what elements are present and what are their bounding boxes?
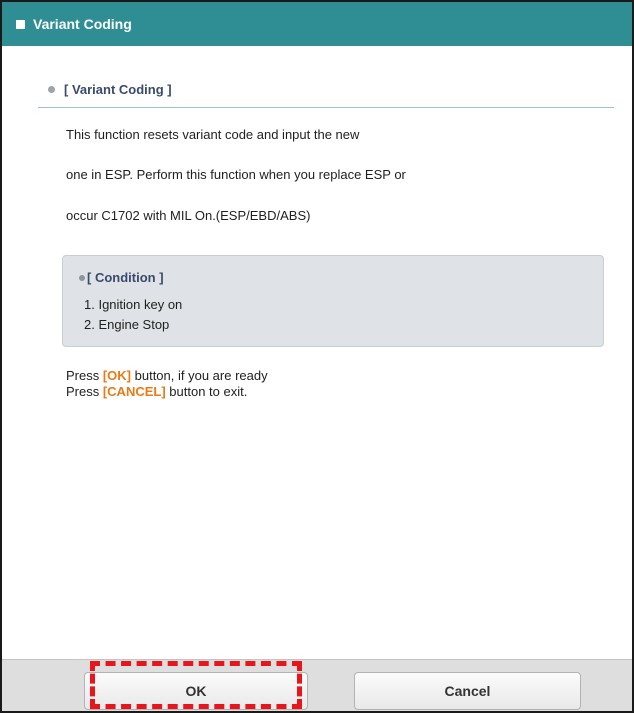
description-line-1: This function resets variant code and in…: [66, 127, 360, 142]
condition-item-1: 1. Ignition key on: [84, 297, 183, 312]
condition-title: [ Condition ]: [79, 270, 164, 285]
ok-instruction-suffix: button, if you are ready: [131, 368, 268, 383]
section-heading-label: [ Variant Coding ]: [64, 82, 172, 97]
bullet-icon: [48, 86, 55, 93]
ok-button[interactable]: OK: [84, 672, 308, 710]
cancel-button[interactable]: Cancel: [354, 672, 581, 710]
title-bar: Variant Coding: [2, 2, 632, 46]
ok-key-label: [OK]: [102, 368, 132, 383]
ok-instruction-prefix: Press: [66, 368, 103, 383]
cancel-key-label: [CANCEL]: [102, 384, 166, 399]
variant-coding-dialog: Variant Coding [ Variant Coding ] This f…: [0, 0, 634, 713]
section-heading: [ Variant Coding ]: [48, 82, 172, 97]
ok-instruction: Press [OK] button, if you are ready: [66, 368, 268, 383]
cancel-instruction: Press [CANCEL] button to exit.: [66, 384, 247, 399]
window-title: Variant Coding: [33, 16, 132, 32]
heading-divider: [38, 107, 614, 108]
cancel-instruction-suffix: button to exit.: [165, 384, 248, 399]
bullet-icon: [79, 274, 85, 281]
condition-box: [ Condition ] 1. Ignition key on 2. Engi…: [62, 255, 604, 347]
cancel-instruction-prefix: Press: [66, 384, 103, 399]
condition-title-label: [ Condition ]: [87, 270, 164, 285]
description-line-2: one in ESP. Perform this function when y…: [66, 167, 406, 182]
condition-item-2: 2. Engine Stop: [84, 317, 170, 332]
title-square-icon: [16, 19, 25, 29]
description-line-3: occur C1702 with MIL On.(ESP/EBD/ABS): [66, 208, 311, 223]
